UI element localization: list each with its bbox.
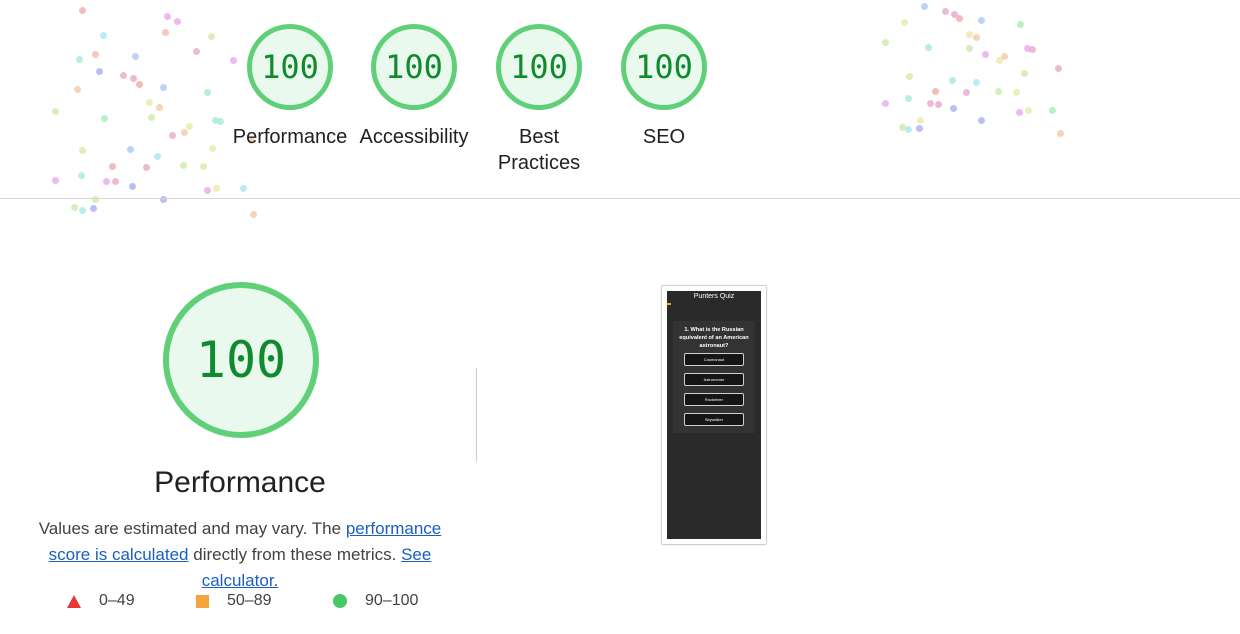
app-screen: Punters Quiz 1. What is the Russian equi…	[667, 291, 761, 539]
gauge-seo[interactable]: 100 SEO	[602, 24, 726, 150]
gauge-label: Accessibility	[359, 126, 469, 148]
performance-score-value: 100	[195, 331, 287, 389]
gauge-best-practices[interactable]: 100 Best Practices	[477, 24, 601, 176]
legend-pass: 90–100	[333, 592, 418, 610]
performance-title: Performance	[154, 466, 326, 499]
score-value: 100	[635, 48, 693, 86]
score-value: 100	[261, 48, 319, 86]
quiz-card: 1. What is the Russian equivalent of an …	[673, 321, 755, 433]
section-divider	[0, 198, 1240, 199]
category-summary: 100 Performance 100 Accessibility 100 Be…	[0, 0, 1240, 198]
quiz-option: Astronomer	[684, 373, 744, 386]
score-ring: 100	[496, 24, 582, 110]
quiz-option: Skywalker	[684, 413, 744, 426]
quiz-option: Cosmonaut	[684, 353, 744, 366]
quiz-question: 1. What is the Russian equivalent of an …	[679, 327, 749, 349]
progress-bar	[667, 303, 671, 305]
average-square-icon	[196, 594, 209, 608]
quiz-option: Rocketeer	[684, 393, 744, 406]
score-value: 100	[385, 48, 443, 86]
description-text: directly from these metrics.	[188, 545, 402, 564]
score-ring: 100	[247, 24, 333, 110]
score-value: 100	[510, 48, 568, 86]
score-ring: 100	[621, 24, 707, 110]
gauge-label: Best Practices	[497, 126, 581, 174]
performance-description: Values are estimated and may vary. The p…	[30, 516, 450, 594]
legend-fail: 0–49	[67, 592, 135, 610]
final-screenshot[interactable]: Punters Quiz 1. What is the Russian equi…	[661, 285, 767, 545]
pass-circle-icon	[333, 594, 347, 608]
legend-pass-label: 90–100	[365, 592, 419, 609]
description-text: Values are estimated and may vary. The	[38, 519, 346, 538]
score-ring: 100	[371, 24, 457, 110]
gauge-accessibility[interactable]: 100 Accessibility	[352, 24, 476, 150]
gauge-label: SEO	[642, 126, 686, 148]
fail-triangle-icon	[67, 594, 81, 608]
app-title: Punters Quiz	[693, 293, 735, 300]
vertical-separator	[476, 368, 477, 462]
performance-score-gauge: 100	[163, 282, 319, 438]
gauge-label: Performance	[232, 126, 348, 148]
gauge-performance[interactable]: 100 Performance	[228, 24, 352, 150]
legend-average-label: 50–89	[227, 592, 272, 609]
legend-fail-label: 0–49	[99, 592, 135, 609]
legend-average: 50–89	[196, 592, 272, 610]
